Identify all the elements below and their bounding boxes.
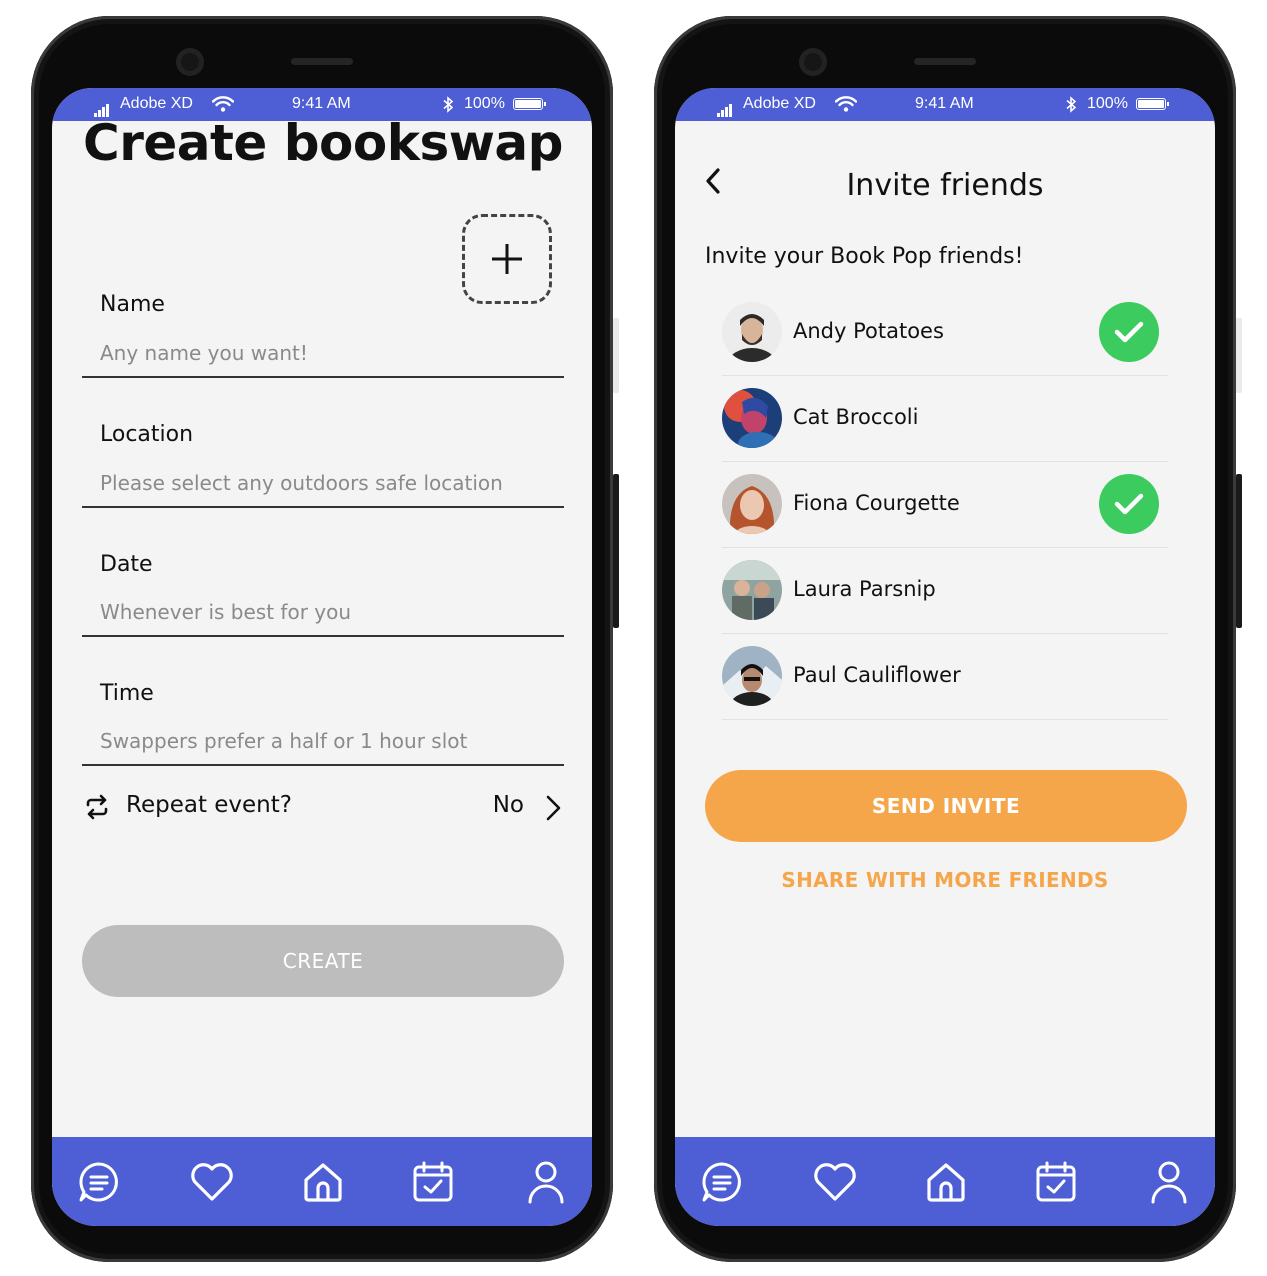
time-field[interactable]: Time Swappers prefer a half or 1 hour sl… [82,635,564,766]
tab-chat[interactable] [76,1159,122,1205]
bluetooth-icon [1066,96,1077,113]
carrier-name: Adobe XD [743,95,816,112]
speaker [291,58,353,65]
time-label: Time [100,681,154,706]
bottom-tab-bar [52,1137,592,1226]
signal-icon [717,99,733,117]
speaker [914,58,976,65]
friend-name: Andy Potatoes [793,319,944,343]
create-button[interactable]: CREATE [82,925,564,997]
calendar-icon [413,1161,453,1202]
selected-check[interactable] [1099,302,1159,362]
avatar [722,646,782,706]
check-icon [1114,493,1144,515]
page-title: Create bookswap [83,114,563,172]
friend-name: Paul Cauliflower [793,663,961,687]
tab-calendar[interactable] [1033,1159,1079,1205]
side-button [613,474,619,628]
repeat-event-label: Repeat event? [126,792,292,818]
carrier-name: Adobe XD [120,95,193,112]
status-bar: Adobe XD 9:41 AM 100% [675,88,1215,121]
chevron-right-icon [546,795,561,821]
avatar [722,560,782,620]
battery-icon [1136,98,1169,110]
check-icon [1114,321,1144,343]
heart-icon [814,1163,856,1201]
selected-check[interactable] [1099,474,1159,534]
friend-name: Cat Broccoli [793,405,919,429]
avatar [722,474,782,534]
side-button [1236,318,1242,393]
create-bookswap-screen: Adobe XD 9:41 AM 100% Create bookswap Na… [52,88,592,1226]
location-input[interactable]: Please select any outdoors safe location [100,471,503,495]
friend-row[interactable]: Cat Broccoli [722,375,1168,462]
chat-icon [702,1162,741,1202]
home-icon [927,1163,965,1202]
side-button [1236,474,1242,628]
heart-icon [191,1163,233,1201]
tab-favorites[interactable] [189,1159,235,1205]
tab-favorites[interactable] [812,1159,858,1205]
send-invite-button[interactable]: SEND INVITE [705,770,1187,842]
avatar [722,388,782,448]
status-time: 9:41 AM [915,95,974,112]
front-camera [799,48,827,76]
wifi-icon [835,96,857,112]
name-field[interactable]: Name Any name you want! [82,246,564,378]
tab-calendar[interactable] [410,1159,456,1205]
profile-icon [1151,1161,1187,1204]
tab-home[interactable] [923,1159,969,1205]
tab-chat[interactable] [699,1159,745,1205]
friend-row[interactable]: Fiona Courgette [722,461,1168,548]
invite-friends-screen: Adobe XD 9:41 AM 100% Invite friends Inv… [675,88,1215,1226]
time-input[interactable]: Swappers prefer a half or 1 hour slot [100,729,467,753]
date-label: Date [100,552,153,577]
date-field[interactable]: Date Whenever is best for you [82,506,564,637]
share-more-friends-link[interactable]: SHARE WITH MORE FRIENDS [675,868,1215,892]
profile-icon [528,1161,564,1204]
friend-name: Laura Parsnip [793,577,936,601]
home-icon [304,1163,342,1202]
wifi-icon [212,96,234,112]
bottom-tab-bar [675,1137,1215,1226]
location-label: Location [100,422,194,447]
repeat-event-row[interactable]: Repeat event? No [82,786,564,830]
date-input[interactable]: Whenever is best for you [100,600,351,624]
repeat-icon [86,794,108,820]
status-time: 9:41 AM [292,95,351,112]
battery-percent: 100% [464,95,505,112]
location-field[interactable]: Location Please select any outdoors safe… [82,376,564,508]
name-input[interactable]: Any name you want! [100,341,308,365]
friend-name: Fiona Courgette [793,491,960,515]
repeat-event-value: No [492,792,524,818]
phone-frame-create: Adobe XD 9:41 AM 100% Create bookswap Na… [31,16,619,1262]
bluetooth-icon [443,96,454,113]
battery-icon [513,98,546,110]
friend-row[interactable]: Paul Cauliflower [722,633,1168,720]
page-title: Invite friends [846,168,1044,203]
side-button [613,318,619,393]
tab-home[interactable] [300,1159,346,1205]
friend-row[interactable]: Laura Parsnip [722,547,1168,634]
battery-percent: 100% [1087,95,1128,112]
avatar [722,302,782,362]
friend-row[interactable]: Andy Potatoes [722,289,1168,376]
phone-frame-invite: Adobe XD 9:41 AM 100% Invite friends Inv… [654,16,1242,1262]
name-label: Name [100,292,165,317]
tab-profile[interactable] [523,1159,569,1205]
chat-icon [79,1162,118,1202]
calendar-icon [1036,1161,1076,1202]
front-camera [176,48,204,76]
invite-subtitle: Invite your Book Pop friends! [705,244,1024,269]
tab-profile[interactable] [1146,1159,1192,1205]
